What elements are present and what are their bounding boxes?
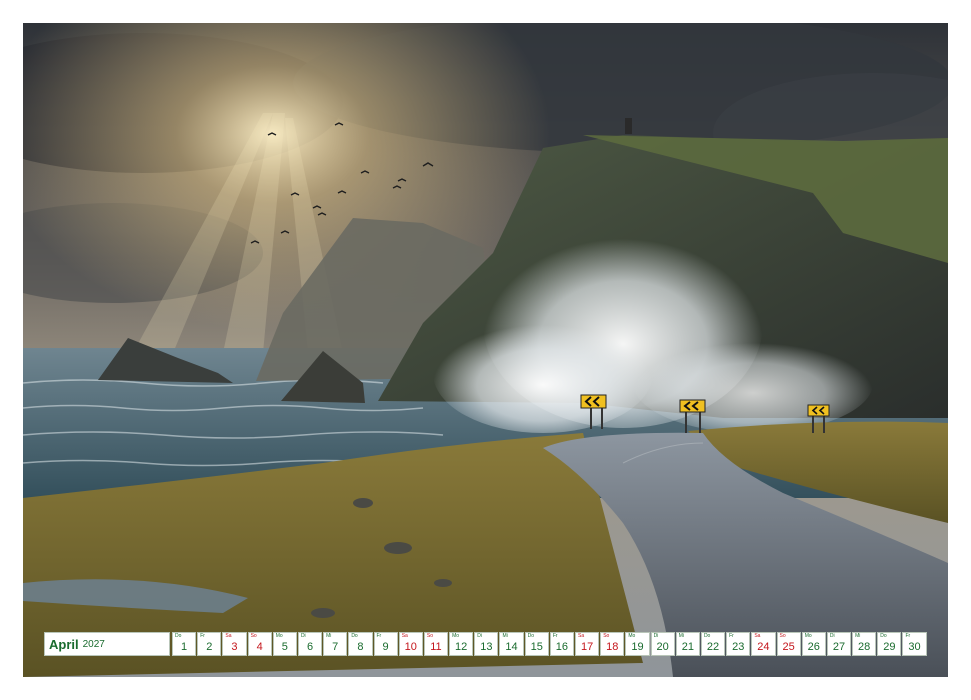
weekday-label: Mo xyxy=(804,633,812,639)
day-cell: Fr 2 xyxy=(197,632,222,656)
day-cell: Do 29 xyxy=(877,632,902,656)
weekday-label: Sa xyxy=(225,633,232,639)
day-number: 2 xyxy=(206,641,213,653)
day-number: 24 xyxy=(757,641,770,653)
day-cell: Sa 3 xyxy=(222,632,247,656)
day-number: 1 xyxy=(181,641,188,653)
day-cell: Mo 5 xyxy=(272,632,297,656)
day-cell: Mi 7 xyxy=(323,632,348,656)
weekday-label: Do xyxy=(880,633,887,639)
day-number: 16 xyxy=(555,641,569,653)
day-number: 14 xyxy=(505,641,518,653)
day-cell: Di 20 xyxy=(650,632,675,656)
landscape-photo xyxy=(23,23,948,677)
weekday-label: Di xyxy=(300,633,306,639)
day-cell: Sa 17 xyxy=(575,632,600,656)
weekday-label: Fr xyxy=(552,633,558,639)
day-number: 8 xyxy=(357,641,364,653)
weekday-label: Di xyxy=(477,633,482,639)
day-cell: Do 15 xyxy=(524,632,549,656)
day-number: 29 xyxy=(883,641,896,653)
day-cell: Mo 26 xyxy=(801,632,826,656)
day-cell: So 4 xyxy=(247,632,272,656)
month-label: April 2027 xyxy=(44,632,170,656)
day-cell: Mo 12 xyxy=(449,632,474,656)
weekday-label: Mi xyxy=(326,633,332,639)
day-number: 15 xyxy=(530,641,543,653)
weekday-label: Fr xyxy=(376,633,382,639)
weekday-label: So xyxy=(603,633,610,639)
day-cell: So 11 xyxy=(423,632,449,656)
day-cell: Di 6 xyxy=(297,632,323,656)
day-cell: Mi 14 xyxy=(499,632,524,656)
day-cell: Fr 16 xyxy=(549,632,574,656)
month-year: 2027 xyxy=(82,638,105,650)
day-cell: Sa 24 xyxy=(751,632,776,656)
day-cell: Mi 21 xyxy=(675,632,700,656)
day-number: 21 xyxy=(681,641,694,653)
weekday-label: So xyxy=(779,633,786,639)
day-number: 19 xyxy=(631,641,644,653)
day-cell: Mi 28 xyxy=(852,632,877,656)
day-cell: Mo 19 xyxy=(625,632,650,656)
weekday-label: Fr xyxy=(200,633,205,639)
weekday-label: Mo xyxy=(275,633,283,639)
day-number: 30 xyxy=(908,641,921,653)
day-number: 28 xyxy=(858,641,871,653)
day-number: 13 xyxy=(480,641,493,653)
day-number: 22 xyxy=(706,641,720,653)
weekday-label: Do xyxy=(175,633,182,639)
day-number: 5 xyxy=(281,641,288,653)
day-number: 27 xyxy=(832,641,846,653)
weekday-label: Sa xyxy=(578,633,585,639)
day-number: 12 xyxy=(455,641,468,653)
weekday-label: So xyxy=(426,633,433,639)
day-cell: Sa 10 xyxy=(398,632,423,656)
month-name: April xyxy=(49,636,79,652)
day-cell: Do 1 xyxy=(172,632,197,656)
day-number: 25 xyxy=(782,641,795,653)
day-number: 23 xyxy=(732,641,745,653)
day-cell: So 25 xyxy=(776,632,801,656)
weekday-label: Mi xyxy=(855,633,861,639)
day-cells: Do 1 Fr 2 Sa 3 So 4 Mo 5 Di 6 Mi 7 Do 8 Fr 9 Sa 10 So 11 Mo 12 D… xyxy=(171,632,927,656)
weekday-label: Mi xyxy=(678,633,685,639)
day-number: 3 xyxy=(231,641,238,653)
weekday-label: Fr xyxy=(729,633,734,639)
day-number: 20 xyxy=(656,641,669,653)
day-number: 10 xyxy=(404,641,417,653)
day-number: 26 xyxy=(807,641,820,653)
weekday-label: So xyxy=(250,633,257,639)
weekday-label: Do xyxy=(351,633,358,639)
day-cell: Fr 30 xyxy=(902,632,927,656)
day-number: 9 xyxy=(382,641,389,653)
day-number: 17 xyxy=(580,641,594,653)
day-cell: So 18 xyxy=(600,632,625,656)
day-number: 6 xyxy=(306,641,314,653)
weekday-label: Fr xyxy=(905,633,911,639)
weekday-label: Di xyxy=(653,633,659,639)
weekday-label: Do xyxy=(703,633,711,639)
weekday-label: Sa xyxy=(754,633,761,639)
day-cell: Fr 9 xyxy=(373,632,398,656)
calendar-strip: April 2027 Do 1 Fr 2 Sa 3 So 4 Mo 5 Di 6 Mi 7 Do 8 Fr 9 Sa… xyxy=(44,632,927,656)
weekday-label: Mo xyxy=(628,633,636,639)
day-cell: Fr 23 xyxy=(726,632,751,656)
day-number: 4 xyxy=(256,641,263,653)
weekday-label: Mi xyxy=(502,633,508,639)
day-cell: Di 13 xyxy=(474,632,499,656)
day-number: 18 xyxy=(606,641,619,653)
day-cell: Do 8 xyxy=(348,632,373,656)
day-number: 7 xyxy=(332,641,339,653)
weekday-label: Sa xyxy=(401,633,408,639)
weekday-label: Mo xyxy=(452,633,460,639)
weekday-label: Di xyxy=(829,633,835,639)
day-number: 11 xyxy=(430,641,442,653)
day-cell: Di 27 xyxy=(826,632,852,656)
weekday-label: Do xyxy=(527,633,535,639)
day-cell: Do 22 xyxy=(700,632,726,656)
